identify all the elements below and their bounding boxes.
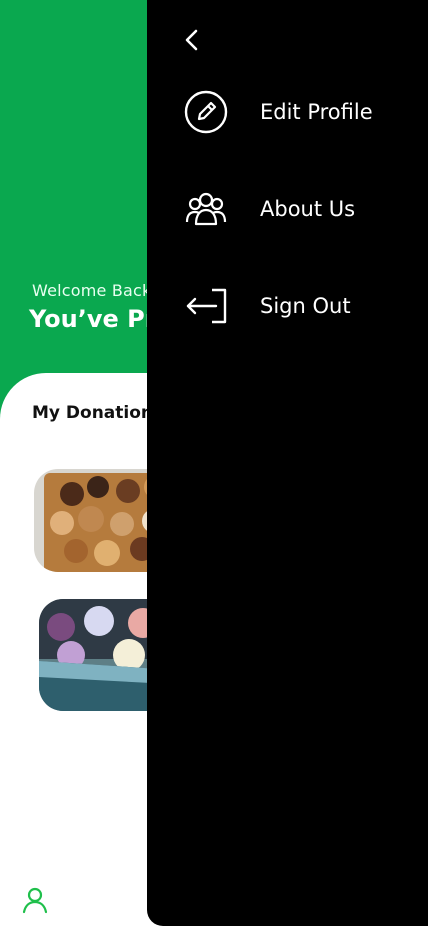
menu-item-about-us[interactable]: About Us (184, 187, 404, 235)
section-title: My Donation (32, 403, 154, 423)
sign-out-icon (184, 284, 228, 328)
headline: You’ve Pr (29, 305, 157, 333)
menu-item-sign-out[interactable]: Sign Out (184, 284, 404, 332)
side-drawer (147, 0, 428, 926)
menu-item-label: Sign Out (260, 294, 351, 318)
menu-item-label: Edit Profile (260, 100, 373, 124)
edit-circle-icon (184, 90, 228, 134)
user-icon[interactable] (22, 886, 48, 914)
chevron-left-icon[interactable] (181, 27, 203, 53)
menu-item-edit-profile[interactable]: Edit Profile (184, 90, 404, 138)
group-users-icon (184, 187, 228, 231)
menu-item-label: About Us (260, 197, 356, 221)
welcome-text: Welcome Back (32, 281, 152, 300)
